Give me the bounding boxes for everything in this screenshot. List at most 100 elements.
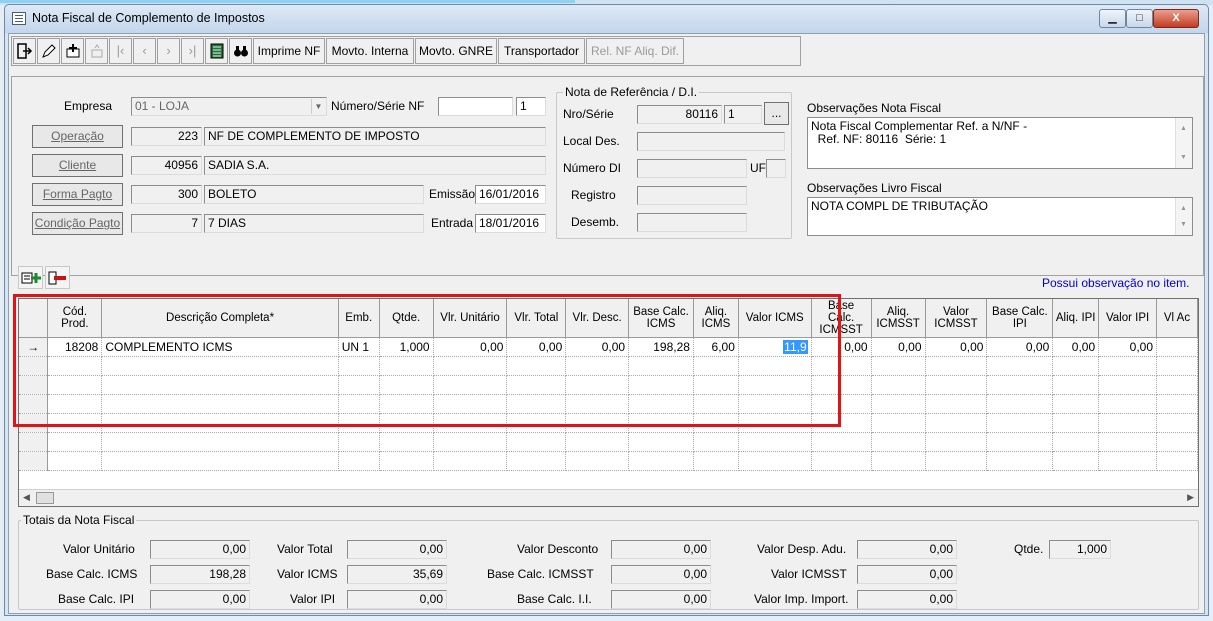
column-header[interactable]: Base Calc. ICMS [628, 299, 694, 338]
cell-base-icms[interactable]: 198,28 [628, 337, 694, 357]
ref-serie-input[interactable]: 1 [724, 105, 762, 124]
cell-emb[interactable]: UN 1 [338, 337, 380, 357]
registro-field [637, 186, 747, 205]
serie-nf-input[interactable]: 1 [516, 97, 546, 116]
edit-pencil-icon[interactable] [37, 38, 60, 64]
first-record-icon[interactable]: |‹ [109, 38, 132, 64]
cell-aliq-icmsst[interactable]: 0,00 [871, 337, 926, 357]
table-row[interactable]: → 18208 COMPLEMENTO ICMS UN 1 1,000 0,00… [19, 337, 1198, 357]
ref-nro-input[interactable]: 80116 [637, 105, 722, 124]
condicao-pagto-button[interactable]: Condição Pagto [32, 212, 123, 235]
cell-base-ipi[interactable]: 0,00 [986, 337, 1054, 357]
entrada-date-input[interactable]: 18/01/2016 [475, 214, 546, 233]
obs-nf-memo[interactable]: Nota Fiscal Complementar Ref. a N/NF - R… [807, 117, 1193, 169]
title-bar: Nota Fiscal de Complemento de Impostos ▁… [5, 5, 1208, 33]
obs-livro-memo[interactable]: NOTA COMPL DE TRIBUTAÇÃO [807, 197, 1193, 236]
horizontal-scrollbar[interactable]: ◀ ▶ [19, 489, 1198, 506]
add-item-icon[interactable] [18, 266, 43, 289]
column-header[interactable]: Cód. Prod. [47, 299, 103, 338]
column-header[interactable]: Vlr. Desc. [565, 299, 630, 338]
desemb-field [637, 213, 747, 232]
table-row[interactable] [19, 413, 1198, 433]
column-header[interactable]: Qtde. [379, 299, 434, 338]
grid-view-icon[interactable] [205, 38, 228, 64]
table-row[interactable] [19, 356, 1198, 376]
maximize-button[interactable]: □ [1126, 9, 1153, 28]
window-icon [12, 12, 26, 25]
operacao-button[interactable]: Operação [32, 125, 123, 148]
uf-field [766, 159, 786, 178]
totals-group: Totais da Nota Fiscal Valor Unitário 0,0… [18, 513, 1199, 610]
column-header[interactable]: Base Calc. IPI [986, 299, 1054, 338]
close-button[interactable]: X [1153, 9, 1199, 28]
emissao-date-input[interactable]: 16/01/2016 [475, 185, 546, 204]
cell-descricao[interactable]: COMPLEMENTO ICMS [101, 337, 339, 357]
cell-valor-icmsst[interactable]: 0,00 [925, 337, 988, 357]
cell-valor-icms[interactable]: 11,9 [738, 337, 812, 357]
table-row[interactable] [19, 451, 1198, 471]
valor-total-field: 0,00 [347, 540, 447, 559]
column-header[interactable]: Vlr. Unitário [433, 299, 508, 338]
obs-nf-label: Observações Nota Fiscal [807, 101, 942, 115]
column-header[interactable]: Valor ICMS [738, 299, 812, 338]
forma-pagto-button[interactable]: Forma Pagto [32, 183, 123, 206]
column-header[interactable]: Vlr. Total [506, 299, 567, 338]
cell-aliq-icms[interactable]: 6,00 [693, 337, 739, 357]
valor-imp-import-field: 0,00 [857, 590, 957, 609]
ref-lookup-button[interactable]: ... [764, 102, 789, 125]
valor-desp-adu-field: 0,00 [857, 540, 957, 559]
column-header[interactable]: Emb. [338, 299, 380, 338]
scroll-thumb[interactable] [36, 492, 54, 504]
table-row[interactable] [19, 432, 1198, 452]
previous-record-icon[interactable]: ‹ [133, 38, 156, 64]
app-window: Nota Fiscal de Complemento de Impostos ▁… [4, 4, 1209, 616]
table-row[interactable] [19, 394, 1198, 414]
column-header[interactable]: Valor ICMSST [925, 299, 988, 338]
column-header[interactable]: Base Calc. ICMSST [811, 299, 872, 338]
rel-nf-aliq-dif-button[interactable]: Rel. NF Aliq. Dif. [586, 38, 684, 64]
movto-gnre-button[interactable]: Movto. GNRE [415, 38, 497, 64]
cell-vlr-desc[interactable]: 0,00 [565, 337, 630, 357]
numero-nf-input[interactable] [438, 97, 513, 116]
scroll-left-icon[interactable]: ◀ [23, 492, 30, 503]
remove-item-icon[interactable] [45, 266, 70, 289]
numero-di-label: Número DI [563, 161, 622, 175]
empresa-label: Empresa [64, 99, 113, 113]
column-header[interactable]: Aliq. ICMS [693, 299, 739, 338]
column-header[interactable]: Descrição Completa* [101, 299, 339, 338]
column-header[interactable]: Aliq. ICMSST [871, 299, 926, 338]
column-header[interactable]: Valor IPI [1098, 299, 1157, 338]
movto-interna-button[interactable]: Movto. Interna [326, 38, 414, 64]
transportador-button[interactable]: Transportador [498, 38, 585, 64]
search-binoculars-icon[interactable] [229, 38, 252, 64]
cell-valor-ipi[interactable]: 0,00 [1098, 337, 1157, 357]
empresa-select[interactable]: 01 - LOJA ▼ [131, 97, 327, 116]
exit-icon[interactable] [13, 38, 36, 64]
valor-ipi-label: Valor IPI [290, 592, 336, 606]
chevron-down-icon[interactable]: ▼ [311, 99, 325, 114]
delete-record-icon[interactable] [85, 38, 108, 64]
valor-icms-selected-text[interactable]: 11,9 [783, 340, 808, 354]
next-record-icon[interactable]: › [157, 38, 180, 64]
cell-qtde[interactable]: 1,000 [379, 337, 434, 357]
condicao-pagto-code-field: 7 [131, 214, 202, 233]
minimize-button[interactable]: ▁ [1099, 9, 1126, 28]
column-header[interactable]: Aliq. IPI [1052, 299, 1100, 338]
table-row[interactable] [19, 375, 1198, 395]
last-record-icon[interactable]: ›| [181, 38, 204, 64]
scroll-right-icon[interactable]: ▶ [1187, 492, 1194, 503]
base-ii-field: 0,00 [611, 590, 711, 609]
column-header[interactable]: Vl Ac [1156, 299, 1198, 338]
grid-header-row: Cód. Prod. Descrição Completa* Emb. Qtde… [19, 299, 1198, 338]
cell-vl-ac[interactable] [1156, 337, 1198, 357]
cell-base-icmsst[interactable]: 0,00 [811, 337, 872, 357]
cell-vlr-total[interactable]: 0,00 [506, 337, 567, 357]
new-record-icon[interactable] [61, 38, 84, 64]
base-icmsst-field: 0,00 [611, 565, 711, 584]
cliente-button[interactable]: Cliente [32, 154, 123, 177]
cell-cod-prod[interactable]: 18208 [47, 337, 103, 357]
cell-aliq-ipi[interactable]: 0,00 [1052, 337, 1100, 357]
imprime-nf-button[interactable]: Imprime NF [253, 38, 325, 64]
base-ipi-label: Base Calc. IPI [58, 592, 135, 606]
cell-vlr-unitario[interactable]: 0,00 [433, 337, 508, 357]
